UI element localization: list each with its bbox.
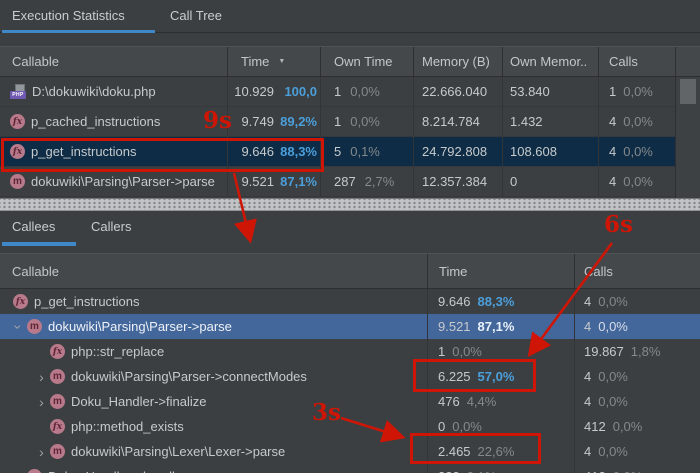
callable-label: p_get_instructions — [31, 144, 137, 159]
profiler-window: Execution Statistics Call Tree Callable … — [0, 0, 700, 473]
column-header-own-time[interactable]: Own Time — [320, 47, 413, 76]
table-header: Callable Time ▼ Own Time Memory (B) Own … — [0, 46, 700, 77]
panel-splitter[interactable] — [0, 198, 700, 211]
callable-label: D:\dokuwiki\doku.php — [32, 84, 156, 99]
tree-row-lexer-parse[interactable]: › m dokuwiki\Parsing\Lexer\Lexer->parse … — [0, 439, 700, 464]
column-header-calls[interactable]: Calls — [598, 47, 675, 76]
execution-statistics-table: Callable Time ▼ Own Time Memory (B) Own … — [0, 46, 700, 197]
scrollbar-thumb[interactable] — [680, 79, 696, 104]
chevron-right-icon[interactable]: › — [33, 395, 50, 409]
callable-label: dokuwiki\Parsing\Parser->parse — [31, 174, 215, 189]
tree-row-str-replace[interactable]: fx php::str_replace 10,0% 19.8671,8% — [0, 339, 700, 364]
function-icon: fx — [13, 294, 28, 309]
table-row-parser-parse[interactable]: m dokuwiki\Parsing\Parser->parse 9.52187… — [0, 167, 675, 197]
vertical-scrollbar[interactable] — [675, 77, 700, 198]
function-icon: fx — [10, 144, 25, 159]
tree-row-p-get-instructions[interactable]: fx p_get_instructions 9.64688,3% 40,0% — [0, 289, 700, 314]
function-icon: fx — [10, 114, 25, 129]
method-icon: m — [50, 369, 65, 384]
function-icon: fx — [50, 344, 65, 359]
function-icon: fx — [50, 419, 65, 434]
chevron-right-icon[interactable]: › — [10, 470, 27, 473]
table-row-doku-php[interactable]: PHP D:\dokuwiki\doku.php 10.929100,0 10,… — [0, 77, 675, 107]
tab-execution-statistics[interactable]: Execution Statistics — [12, 8, 125, 23]
php-file-icon: PHP — [10, 84, 26, 100]
tab-call-tree[interactable]: Call Tree — [170, 8, 222, 23]
method-icon: m — [27, 469, 42, 473]
method-icon: m — [10, 174, 25, 189]
active-tab-underline — [2, 30, 155, 34]
method-icon: m — [50, 394, 65, 409]
table-header: Callable Time Calls — [0, 253, 700, 289]
column-header-memory[interactable]: Memory (B) — [413, 47, 502, 76]
tree-row-finalize[interactable]: › m Doku_Handler->finalize 4764,4% 40,0% — [0, 389, 700, 414]
tree-row-partial[interactable]: › m Doku_Handler->handle 2332,1% 4120,0% — [0, 464, 700, 473]
callees-table: Callable Time Calls fx p_get_instruction… — [0, 253, 700, 473]
tree-row-method-exists[interactable]: fx php::method_exists 00,0% 4120,0% — [0, 414, 700, 439]
callable-label: p_cached_instructions — [31, 114, 160, 129]
method-icon: m — [27, 319, 42, 334]
tab-callees[interactable]: Callees — [12, 219, 55, 234]
column-header-time[interactable]: Time ▼ — [227, 47, 320, 76]
sort-desc-icon: ▼ — [278, 58, 285, 65]
chevron-right-icon[interactable]: › — [33, 445, 50, 459]
method-icon: m — [50, 444, 65, 459]
bottom-tab-bar: Callees Callers — [0, 211, 700, 252]
column-header-calls[interactable]: Calls — [574, 254, 700, 288]
active-tab-underline — [2, 242, 76, 246]
top-tab-bar: Execution Statistics Call Tree — [0, 0, 700, 33]
table-row-p-get-instructions[interactable]: fx p_get_instructions 9.64688,3% 50,1% 2… — [0, 137, 675, 167]
chevron-down-icon[interactable]: › — [12, 318, 26, 335]
tree-row-connect-modes[interactable]: › m dokuwiki\Parsing\Parser->connectMode… — [0, 364, 700, 389]
header-scrollbar-gap — [675, 47, 700, 76]
column-header-own-memory[interactable]: Own Memor.. — [502, 47, 598, 76]
table-row-p-cached-instructions[interactable]: fx p_cached_instructions 9.74989,2% 10,0… — [0, 107, 675, 137]
tab-callers[interactable]: Callers — [91, 219, 131, 234]
chevron-right-icon[interactable]: › — [33, 370, 50, 384]
column-header-callable[interactable]: Callable — [0, 47, 227, 76]
column-header-time[interactable]: Time — [427, 254, 574, 288]
tree-row-parser-parse[interactable]: › m dokuwiki\Parsing\Parser->parse 9.521… — [0, 314, 700, 339]
column-header-callable[interactable]: Callable — [0, 254, 427, 288]
